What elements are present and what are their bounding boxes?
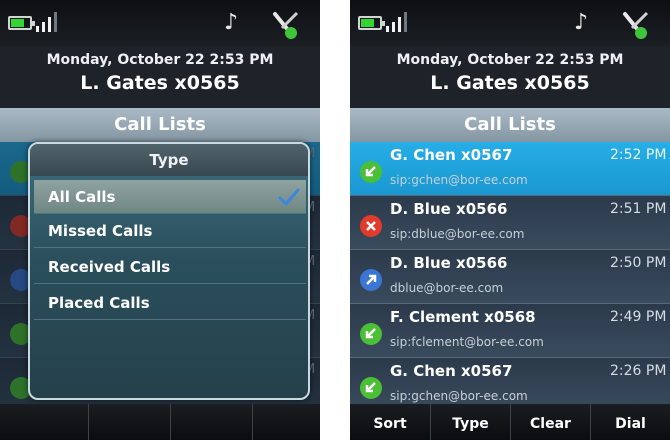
option-all-calls[interactable]: All Calls [34,180,306,214]
option-label: Missed Calls [48,222,153,240]
option-label: Received Calls [48,258,171,276]
type-button[interactable]: Type [430,404,510,440]
caller-name: D. Blue x0566 [390,200,508,218]
call-time: 2:49 PM [610,309,667,325]
received-call-icon [360,161,382,183]
call-list: G. Chen x0567 2:52 PM sip:gchen@bor-ee.c… [350,142,670,412]
call-time: 2:51 PM [610,201,667,217]
caller-address: sip:dblue@bor-ee.com [390,227,525,241]
battery-icon [358,16,385,30]
softkey-bar: Sort Type Clear Dial [350,404,670,440]
clear-button[interactable]: Clear [510,404,590,440]
signal-strength-icon [36,12,66,32]
music-note-icon: ♪ [224,10,239,35]
option-missed-calls[interactable]: Missed Calls [34,214,306,248]
list-item[interactable]: G. Chen x0567 2:52 PM sip:gchen@bor-ee.c… [350,142,670,196]
caller-name: G. Chen x0567 [390,146,513,164]
softkey-bar [0,404,320,440]
received-call-icon [360,323,382,345]
caller-address: sip:gchen@bor-ee.com [390,389,528,403]
caller-name: D. Blue x0566 [390,254,508,272]
type-popup-menu: Type All Calls Missed Calls Received Cal… [28,142,310,400]
user-line-label: L. Gates x0565 [80,72,240,94]
option-received-calls[interactable]: Received Calls [34,250,306,284]
music-note-icon: ♪ [574,10,589,35]
list-item[interactable]: D. Blue x0566 2:51 PM sip:dblue@bor-ee.c… [350,196,670,250]
option-label: Placed Calls [48,294,150,312]
caller-name: G. Chen x0567 [390,362,513,380]
sort-button[interactable]: Sort [350,404,430,440]
date-time: Monday, October 22 2:53 PM [46,52,274,68]
caller-address: sip:fclement@bor-ee.com [390,335,544,349]
phone-screen-type-menu: ♪ Monday, October 22 2:53 PM L. Gates x0… [0,0,320,440]
list-item[interactable]: F. Clement x0568 2:49 PM sip:fclement@bo… [350,304,670,358]
tools-icon [273,11,299,39]
softkey-2[interactable] [88,404,170,440]
softkey-1[interactable] [0,404,88,440]
header: Monday, October 22 2:53 PM L. Gates x056… [0,46,320,108]
date-time: Monday, October 22 2:53 PM [396,52,624,68]
softkey-4[interactable] [252,404,320,440]
softkey-3[interactable] [170,404,252,440]
header: Monday, October 22 2:53 PM L. Gates x056… [350,46,670,108]
battery-icon [8,16,35,30]
page-title: Call Lists [350,108,670,142]
caller-address: sip:gchen@bor-ee.com [390,173,528,187]
page-title: Call Lists [0,108,320,142]
status-bar: ♪ [0,0,320,46]
call-time: 2:52 PM [610,147,667,163]
status-bar: ♪ [350,0,670,46]
dial-button[interactable]: Dial [590,404,670,440]
missed-call-icon [360,215,382,237]
list-item[interactable]: D. Blue x0566 2:50 PM dblue@bor-ee.com [350,250,670,304]
call-time: 2:50 PM [610,255,667,271]
option-placed-calls[interactable]: Placed Calls [34,286,306,320]
checkmark-icon [278,188,300,206]
placed-call-icon [360,269,382,291]
call-time: 2:26 PM [610,363,667,379]
phone-screen-call-list: ♪ Monday, October 22 2:53 PM L. Gates x0… [350,0,670,440]
popup-title: Type [30,144,308,176]
signal-strength-icon [386,12,416,32]
option-label: All Calls [48,188,116,206]
received-call-icon [360,377,382,399]
tools-icon [623,11,649,39]
caller-address: dblue@bor-ee.com [390,281,504,295]
user-line-label: L. Gates x0565 [430,72,590,94]
caller-name: F. Clement x0568 [390,308,536,326]
